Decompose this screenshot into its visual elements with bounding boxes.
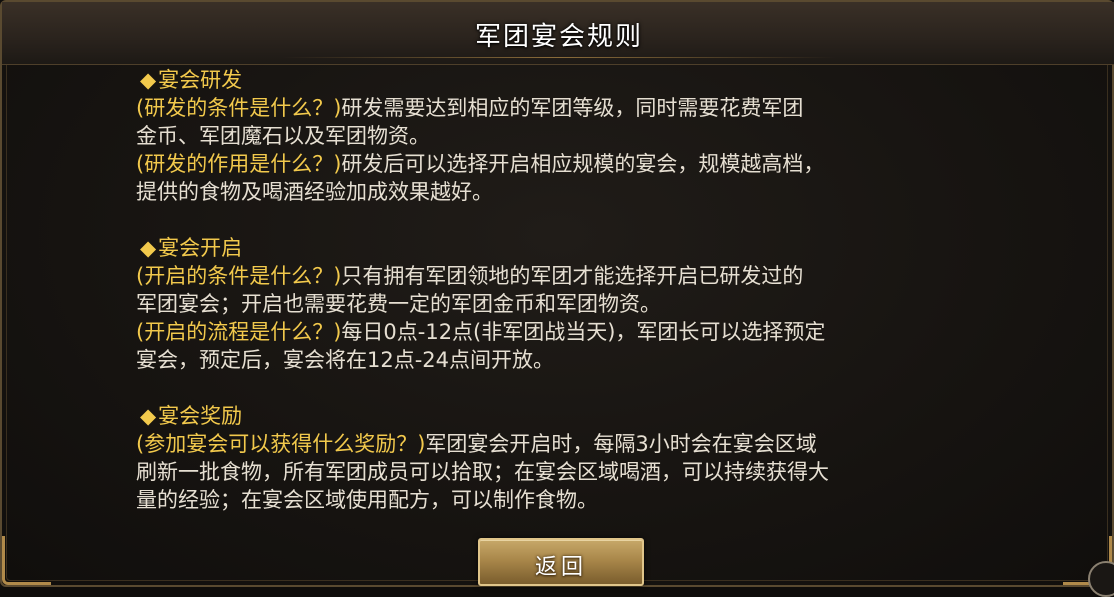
back-button[interactable]: 返回: [478, 538, 644, 586]
rule-text: 军团宴会；开启也需要花费一定的军团金币和军团物资。: [136, 292, 661, 316]
back-button-label: 返回: [534, 555, 587, 580]
section-heading: ◆宴会奖励: [136, 402, 976, 430]
diamond-bullet-icon: ◆: [140, 68, 157, 92]
rule-text: 提供的食物及喝酒经验加成效果越好。: [136, 180, 493, 204]
rule-text: 研发后可以选择开启相应规模的宴会，规模越高档，: [341, 152, 825, 176]
rule-text: 宴会，预定后，宴会将在12点-24点间开放。: [136, 348, 555, 372]
section-heading: ◆宴会研发: [136, 66, 976, 94]
rule-question: (研发的作用是什么？): [136, 152, 342, 176]
rule-line: (开启的条件是什么？)只有拥有军团领地的军团才能选择开启已研发过的: [136, 262, 976, 290]
rules-content: ◆宴会研发 (研发的条件是什么？)研发需要达到相应的军团等级，同时需要花费军团金…: [136, 66, 976, 514]
diamond-bullet-icon: ◆: [140, 236, 157, 260]
rule-text: 量的经验；在宴会区域使用配方，可以制作食物。: [136, 488, 598, 512]
section-heading-text: 宴会研发: [158, 68, 243, 92]
rule-question: (研发的条件是什么？): [136, 96, 342, 120]
rule-text: 研发需要达到相应的军团等级，同时需要花费军团: [341, 96, 804, 120]
rule-line: 军团宴会；开启也需要花费一定的军团金币和军团物资。: [136, 290, 976, 318]
rules-dialog: 军团宴会规则 ◆宴会研发 (研发的条件是什么？)研发需要达到相应的军团等级，同时…: [0, 0, 1114, 597]
rule-line: (研发的条件是什么？)研发需要达到相应的军团等级，同时需要花费军团: [136, 94, 976, 122]
rule-text: 每日0点-12点(非军团战当天)，军团长可以选择预定: [341, 320, 826, 344]
rule-line: (参加宴会可以获得什么奖励？)军团宴会开启时，每隔3小时会在宴会区域: [136, 430, 976, 458]
rule-line: 金币、军团魔石以及军团物资。: [136, 122, 976, 150]
rule-section: ◆宴会开启 (开启的条件是什么？)只有拥有军团领地的军团才能选择开启已研发过的军…: [136, 234, 976, 374]
rule-text: 军团宴会开启时，每隔3小时会在宴会区域: [425, 432, 817, 456]
frame-corner-ornament: [2, 536, 51, 585]
corner-circle-icon: [1088, 561, 1114, 597]
rule-question: (参加宴会可以获得什么奖励？): [136, 432, 426, 456]
dialog-title: 军团宴会规则: [474, 22, 643, 52]
section-heading-text: 宴会奖励: [158, 404, 243, 428]
rule-line: (研发的作用是什么？)研发后可以选择开启相应规模的宴会，规模越高档，: [136, 150, 976, 178]
rule-line: 量的经验；在宴会区域使用配方，可以制作食物。: [136, 486, 976, 514]
rule-section: ◆宴会奖励 (参加宴会可以获得什么奖励？)军团宴会开启时，每隔3小时会在宴会区域刷…: [136, 402, 976, 514]
rule-question: (开启的流程是什么？): [136, 320, 342, 344]
rule-text: 金币、军团魔石以及军团物资。: [136, 124, 430, 148]
rule-line: 宴会，预定后，宴会将在12点-24点间开放。: [136, 346, 976, 374]
section-heading: ◆宴会开启: [136, 234, 976, 262]
section-heading-text: 宴会开启: [158, 236, 243, 260]
rule-section: ◆宴会研发 (研发的条件是什么？)研发需要达到相应的军团等级，同时需要花费军团金…: [136, 66, 976, 206]
diamond-bullet-icon: ◆: [140, 404, 157, 428]
rule-text: 刷新一批食物，所有军团成员可以拾取；在宴会区域喝酒，可以持续获得大: [136, 460, 829, 484]
rule-question: (开启的条件是什么？): [136, 264, 342, 288]
rule-text: 只有拥有军团领地的军团才能选择开启已研发过的: [341, 264, 804, 288]
rule-line: 提供的食物及喝酒经验加成效果越好。: [136, 178, 976, 206]
rule-line: 刷新一批食物，所有军团成员可以拾取；在宴会区域喝酒，可以持续获得大: [136, 458, 976, 486]
dialog-title-bar: 军团宴会规则: [2, 2, 1114, 65]
rule-line: (开启的流程是什么？)每日0点-12点(非军团战当天)，军团长可以选择预定: [136, 318, 976, 346]
